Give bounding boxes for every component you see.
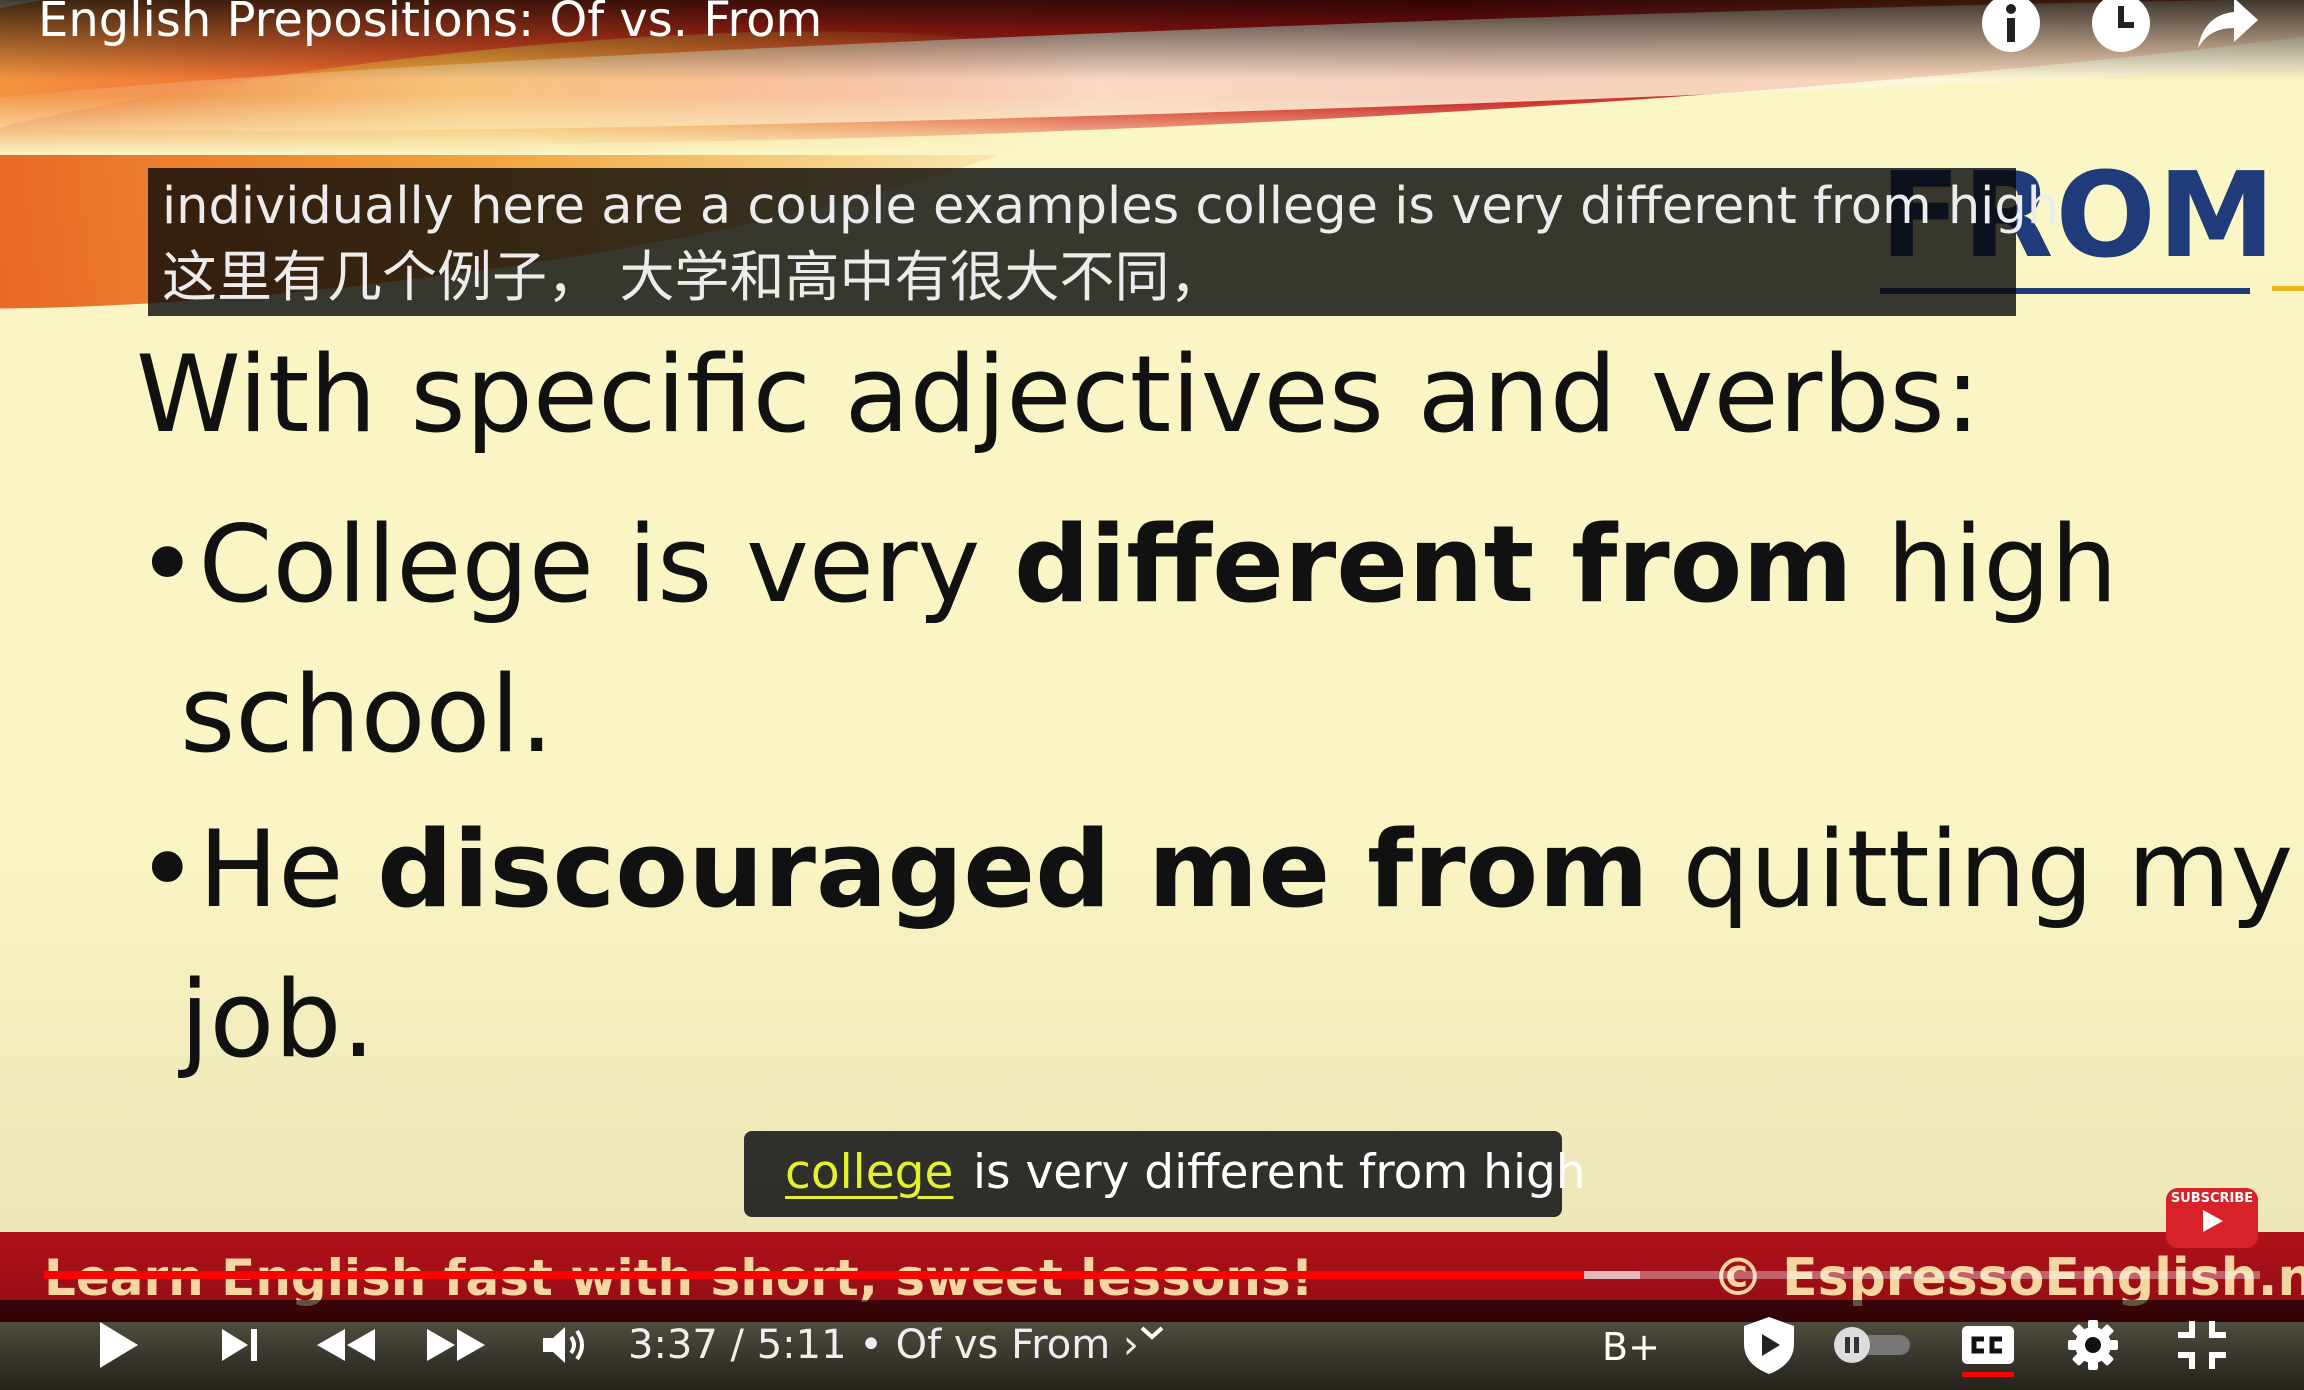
bullet-2-bold: discouraged me from xyxy=(377,808,1649,931)
bullet-2-line-1: •He discouraged me from quitting my xyxy=(136,795,2293,945)
video-frame[interactable]: English Prepositions: Of vs. From FROM W… xyxy=(0,0,2304,1390)
fast-forward-icon xyxy=(427,1329,485,1361)
volume-button[interactable] xyxy=(534,1310,594,1380)
info-icon[interactable] xyxy=(1980,0,2042,54)
bullet-2-post: quitting my xyxy=(1648,808,2294,931)
caption-highlight-word[interactable]: college xyxy=(785,1141,953,1205)
quality-badge[interactable]: B+ xyxy=(1602,1310,1660,1380)
bullet-1-pre: •College is very xyxy=(136,503,1015,626)
slide-bullet-2: •He discouraged me from quitting my job. xyxy=(136,795,2293,1095)
video-title[interactable]: English Prepositions: Of vs. From xyxy=(38,0,822,50)
captions-active-indicator xyxy=(1962,1372,2014,1377)
share-arrow-icon[interactable] xyxy=(2196,0,2258,54)
slide-bullet-1: •College is very different from high sch… xyxy=(136,490,2136,790)
bullet-2-pre: •He xyxy=(136,808,378,931)
settings-button[interactable] xyxy=(2062,1310,2124,1380)
fast-forward-button[interactable] xyxy=(420,1310,492,1380)
chevron-down-icon xyxy=(1140,1326,1164,1340)
slide-heading: With specific adjectives and verbs: xyxy=(136,333,1981,456)
bullet-1-line-2: school. xyxy=(180,653,554,776)
bullet-1-bold: different from xyxy=(1014,503,1853,626)
shield-extension-button[interactable] xyxy=(1736,1310,1802,1380)
bullet-2-line-2: job. xyxy=(180,958,376,1081)
captions-icon xyxy=(1962,1326,2014,1364)
bullet-1-line-1: •College is very different from high xyxy=(136,490,2136,640)
rewind-button[interactable] xyxy=(310,1310,382,1380)
subscribe-label: SUBSCRIBE xyxy=(2170,1191,2254,1206)
time-separator: / xyxy=(717,1322,757,1368)
progress-played[interactable] xyxy=(44,1271,1584,1279)
next-button[interactable] xyxy=(210,1310,270,1380)
play-icon xyxy=(100,1322,138,1368)
caption-text: is very different from high xyxy=(973,1145,1586,1200)
play-button[interactable] xyxy=(86,1310,150,1380)
autoplay-toggle[interactable] xyxy=(1830,1310,1914,1380)
time-current: 3:37 xyxy=(628,1322,718,1368)
top-caption-chinese: 这里有几个例子， 大学和高中有很大不同， xyxy=(162,245,1225,309)
subscribe-play-icon xyxy=(2203,1210,2223,1232)
settings-gear-icon xyxy=(2068,1320,2118,1370)
subscribe-watermark[interactable]: SUBSCRIBE xyxy=(2166,1188,2258,1248)
time-total: 5:11 xyxy=(756,1322,847,1368)
time-display[interactable]: 3:37 / 5:11 • Of vs From › xyxy=(628,1310,1139,1380)
top-caption-english: individually here are a couple examples … xyxy=(162,177,2060,236)
chapter-title[interactable]: • Of vs From › xyxy=(847,1322,1139,1368)
volume-icon xyxy=(543,1327,584,1363)
slide-accent-mark xyxy=(2272,286,2304,291)
exit-fullscreen-icon xyxy=(2178,1321,2226,1369)
watch-later-clock-icon[interactable] xyxy=(2090,0,2152,54)
captions-button[interactable] xyxy=(1956,1310,2020,1380)
bullet-1-post: high xyxy=(1852,503,2118,626)
next-icon xyxy=(222,1329,257,1361)
shield-play-icon xyxy=(1744,1317,1794,1374)
rewind-icon xyxy=(317,1329,375,1361)
chapter-dropdown-button[interactable] xyxy=(1132,1318,1172,1348)
autoplay-toggle-icon xyxy=(1834,1327,1910,1363)
exit-fullscreen-button[interactable] xyxy=(2170,1310,2234,1380)
